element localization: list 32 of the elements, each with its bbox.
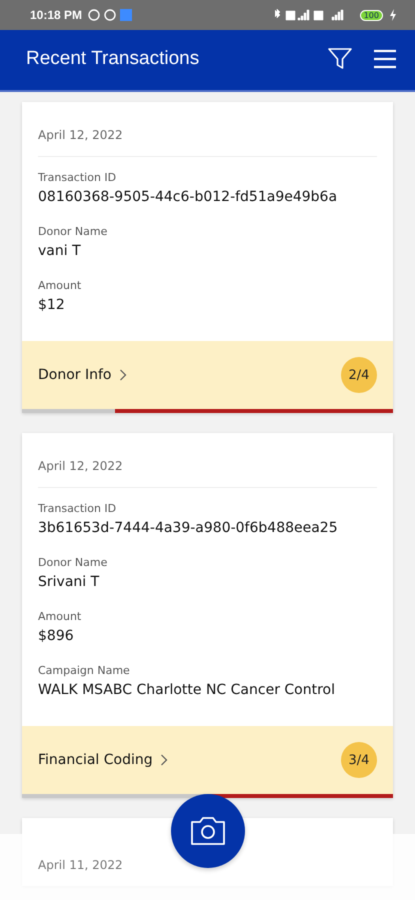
field-value: Srivani T [37,574,100,592]
chevron-right-icon [160,754,168,766]
field-value: $896 [37,628,75,646]
charging-icon [389,9,397,21]
field-value: vani T [37,243,82,261]
field-label: Amount [37,609,82,625]
chevron-right-icon [118,369,126,381]
field-value: 3b61653d-7444-4a39-a980-0f6b488eea25 [37,520,339,538]
field-label: Campaign Name [37,663,131,679]
transaction-date: April 12, 2022 [37,458,124,475]
field-value: 08160368-9505-44c6-b012-fd51a9e49b6a [37,189,338,207]
field-value: $12 [37,297,66,315]
transaction-date: April 11, 2022 [37,857,124,874]
field-label: Transaction ID [37,170,118,186]
transaction-card[interactable]: April 12, 2022 Transaction ID 3b61653d-7444-4a39-a980-0f6b488eea25 Donor Name Srivani T Amount $896 Campaign Name WALK MSABC Charlotte NC Cancer Control Financial Coding 3/4 [22,433,393,798]
field-label: Amount [37,278,82,294]
field-label: Donor Name [37,224,108,240]
step-count-badge: 3/4 [341,742,377,778]
menu-icon[interactable] [373,49,397,69]
battery-indicator: 100 [360,10,383,20]
step-link[interactable]: Donor Info [38,367,126,383]
field-label: Transaction ID [37,501,118,517]
step-count-badge: 2/4 [341,357,377,393]
filter-icon[interactable] [327,46,353,72]
field-value: WALK MSABC Charlotte NC Cancer Control [37,682,336,700]
status-time: 10:18 PM [30,8,82,22]
transaction-card[interactable]: April 12, 2022 Transaction ID 08160368-9505-44c6-b012-fd51a9e49b6a Donor Name vani T Amount $12 Donor Info 2/4 [22,102,393,413]
field-label: Donor Name [37,555,108,571]
step-link[interactable]: Financial Coding [38,752,168,768]
transaction-date: April 12, 2022 [37,127,124,144]
screen-title: Recent Transactions [26,48,200,70]
camera-icon [188,815,228,847]
